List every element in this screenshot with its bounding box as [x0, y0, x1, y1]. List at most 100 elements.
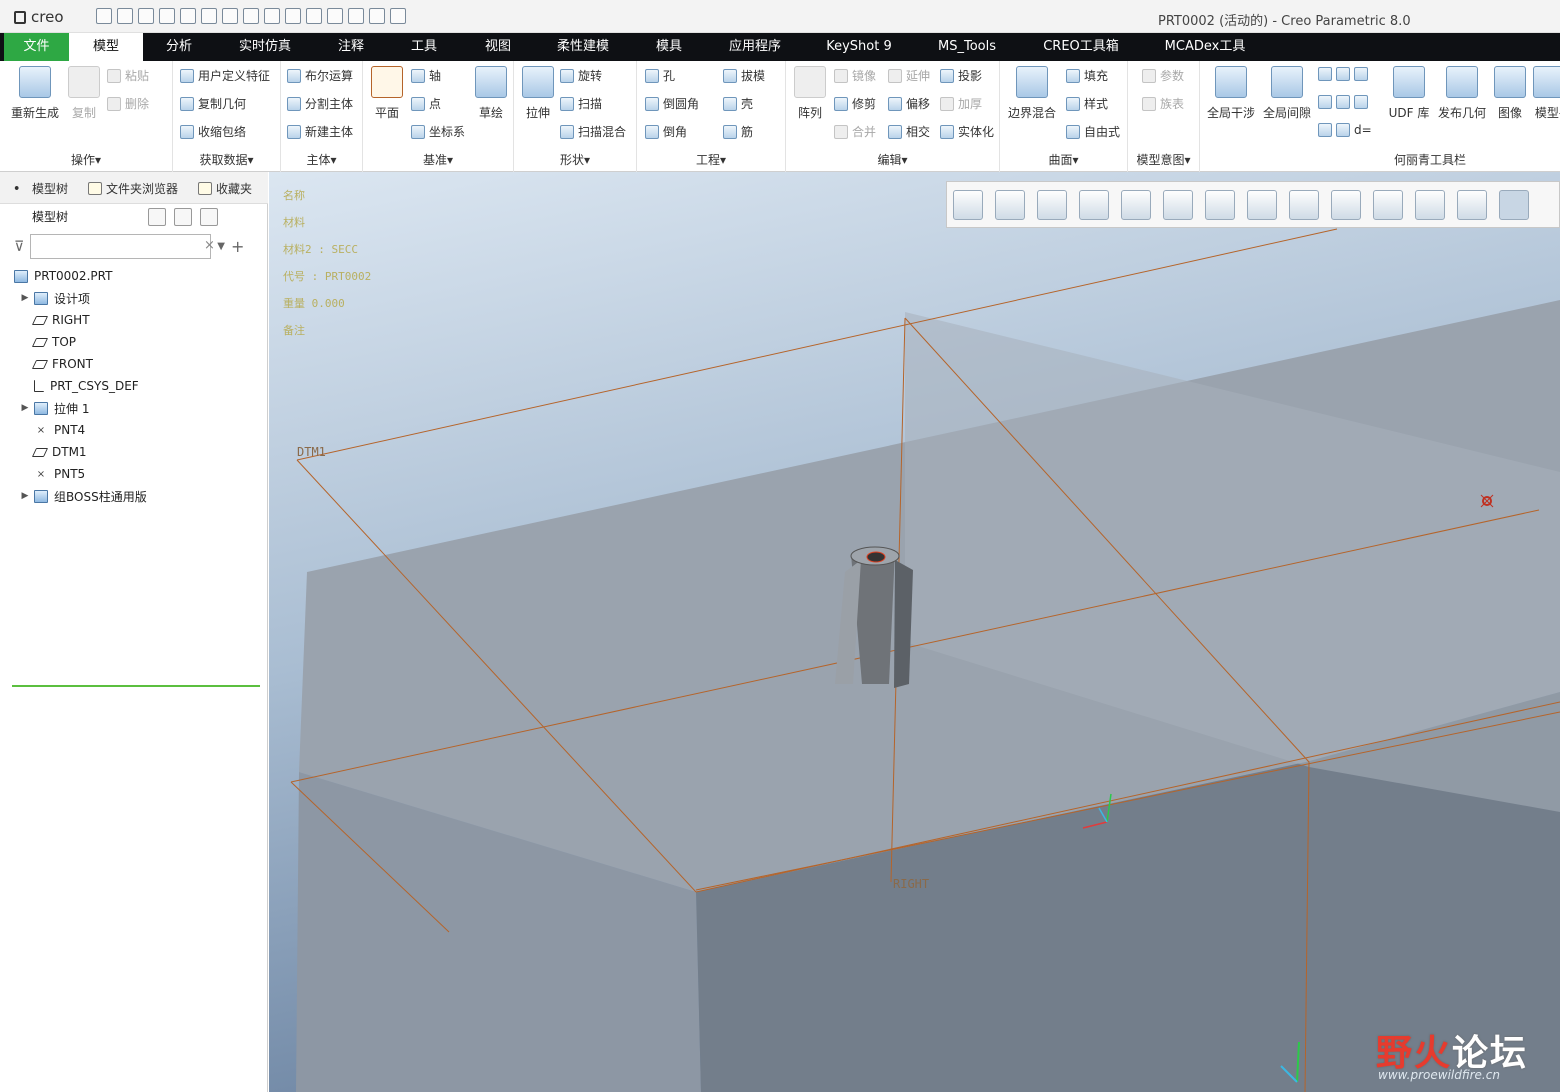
boolean-button[interactable]: 布尔运算	[287, 67, 353, 84]
tree-item[interactable]: DTM1	[14, 441, 264, 463]
refit-icon[interactable]	[953, 190, 983, 220]
datum-display-filter-icon[interactable]	[1457, 190, 1487, 220]
windows-icon[interactable]	[348, 8, 364, 24]
axis-button[interactable]: 轴	[411, 67, 441, 84]
trim-button[interactable]: 修剪	[834, 95, 876, 112]
group-label-surfaces[interactable]: 曲面▾	[1000, 151, 1127, 168]
save-icon[interactable]	[159, 8, 175, 24]
open-icon[interactable]	[117, 8, 133, 24]
point-button[interactable]: 点	[411, 95, 441, 112]
tab-tools[interactable]: 工具	[400, 33, 448, 61]
tree-item[interactable]: ▶ 组BOSS柱通用版	[14, 485, 264, 507]
pattern-button[interactable]: 阵列	[790, 66, 830, 121]
appearance-icon[interactable]	[1373, 190, 1403, 220]
undo-icon[interactable]	[327, 8, 343, 24]
parameters-button[interactable]: 参数	[1142, 67, 1184, 84]
csys-button[interactable]: 坐标系	[411, 123, 465, 140]
right-plane-label[interactable]: RIGHT	[893, 877, 929, 891]
tab-ms-tools[interactable]: MS_Tools	[928, 33, 1006, 61]
new-icon[interactable]	[96, 8, 112, 24]
draft-button[interactable]: 拔模	[723, 67, 765, 84]
tab-keyshot[interactable]: KeyShot 9	[818, 33, 900, 61]
measure-tool-2[interactable]	[1318, 95, 1368, 109]
tree-item[interactable]: ▶ 设计项	[14, 287, 264, 309]
perspective-icon[interactable]	[1247, 190, 1277, 220]
copy-button[interactable]: 复制	[64, 66, 104, 121]
tab-mold[interactable]: 模具	[645, 33, 693, 61]
shell-button[interactable]: 壳	[723, 95, 753, 112]
view-manager-icon[interactable]	[1205, 190, 1235, 220]
tree-item[interactable]: ▶ 拉伸 1	[14, 397, 264, 419]
boundary-blend-button[interactable]: 边界混合	[1006, 66, 1058, 121]
zoom-in-icon[interactable]	[995, 190, 1025, 220]
offset-button[interactable]: 偏移	[888, 95, 930, 112]
tab-creo-toolbox[interactable]: CREO工具箱	[1034, 33, 1128, 61]
group-label-datum[interactable]: 基准▾	[363, 151, 513, 168]
saved-orientations-icon[interactable]	[1163, 190, 1193, 220]
measure-tool-1[interactable]	[1318, 67, 1368, 81]
group-label-operations[interactable]: 操作▾	[0, 151, 172, 168]
tab-analysis[interactable]: 分析	[150, 33, 208, 61]
thicken-button[interactable]: 加厚	[940, 95, 982, 112]
tab-live-simulation[interactable]: 实时仿真	[229, 33, 301, 61]
solidify-button[interactable]: 实体化	[940, 123, 994, 140]
dtm1-label[interactable]: DTM1	[297, 445, 326, 459]
mirror-button[interactable]: 镜像	[834, 67, 876, 84]
tree-item[interactable]: PRT0002.PRT	[14, 265, 264, 287]
project-button[interactable]: 投影	[940, 67, 982, 84]
customize-icon[interactable]	[390, 8, 406, 24]
intersect-button[interactable]: 相交	[888, 123, 930, 140]
tab-favorites[interactable]: 收藏夹	[198, 180, 252, 197]
plane-display-icon[interactable]	[1415, 190, 1445, 220]
graphics-viewport[interactable]: DTM1 RIGHT	[269, 172, 1560, 1092]
udf-button[interactable]: 用户定义特征	[180, 67, 270, 84]
csys-quick-icon[interactable]	[306, 8, 322, 24]
revolve-button[interactable]: 旋转	[560, 67, 602, 84]
text-icon[interactable]	[243, 8, 259, 24]
notes-icon[interactable]	[264, 8, 280, 24]
merge-button[interactable]: 合并	[834, 123, 876, 140]
tree-item[interactable]: TOP	[14, 331, 264, 353]
tab-applications[interactable]: 应用程序	[720, 33, 790, 61]
tree-filter-icon[interactable]	[200, 208, 218, 226]
global-clearance-button[interactable]: 全局间隙	[1262, 66, 1312, 121]
group-label-shapes[interactable]: 形状▾	[514, 151, 636, 168]
image-button[interactable]: 图像	[1492, 66, 1528, 121]
tab-flexible-modeling[interactable]: 柔性建模	[548, 33, 618, 61]
new-body-button[interactable]: 新建主体	[287, 123, 353, 140]
tab-file[interactable]: 文件	[4, 33, 69, 61]
tree-settings-icon[interactable]	[148, 208, 166, 226]
plane-button[interactable]: 平面	[367, 66, 407, 121]
clear-search-icon[interactable]: ×	[204, 238, 215, 253]
search-dropdown-icon[interactable]: ▼	[217, 241, 225, 252]
redo-icon[interactable]	[369, 8, 385, 24]
tree-columns-icon[interactable]	[174, 208, 192, 226]
tab-view[interactable]: 视图	[474, 33, 522, 61]
udf-library-button[interactable]: UDF 库	[1386, 66, 1432, 121]
save-copy-icon[interactable]	[180, 8, 196, 24]
open-session-icon[interactable]	[138, 8, 154, 24]
shrinkwrap-button[interactable]: 收缩包络	[180, 123, 246, 140]
rib-button[interactable]: 筋	[723, 123, 753, 140]
swept-blend-button[interactable]: 扫描混合	[560, 123, 626, 140]
tab-folder-browser[interactable]: 文件夹浏览器	[88, 180, 178, 197]
tab-model[interactable]: 模型	[69, 33, 143, 61]
group-label-model-intent[interactable]: 模型意图▾	[1128, 151, 1199, 168]
split-body-button[interactable]: 分割主体	[287, 95, 353, 112]
extend-button[interactable]: 延伸	[888, 67, 930, 84]
group-label-editing[interactable]: 编辑▾	[786, 151, 999, 168]
group-label-body[interactable]: 主体▾	[281, 151, 362, 168]
freestyle-button[interactable]: 自由式	[1066, 123, 1120, 140]
tab-mcadex-tools[interactable]: MCADex工具	[1156, 33, 1254, 61]
expand-arrow-icon[interactable]: ▶	[20, 491, 30, 501]
round-button[interactable]: 倒圆角	[645, 95, 699, 112]
add-filter-icon[interactable]: +	[231, 237, 244, 256]
section-icon[interactable]	[1289, 190, 1319, 220]
chamfer-button[interactable]: 倒角	[645, 123, 687, 140]
tree-item[interactable]: × PNT5	[14, 463, 264, 485]
sweep-button[interactable]: 扫描	[560, 95, 602, 112]
backup-icon[interactable]	[201, 8, 217, 24]
paste-button[interactable]: 粘贴	[107, 67, 149, 84]
tree-item[interactable]: × PNT4	[14, 419, 264, 441]
tree-item[interactable]: PRT_CSYS_DEF	[14, 375, 264, 397]
